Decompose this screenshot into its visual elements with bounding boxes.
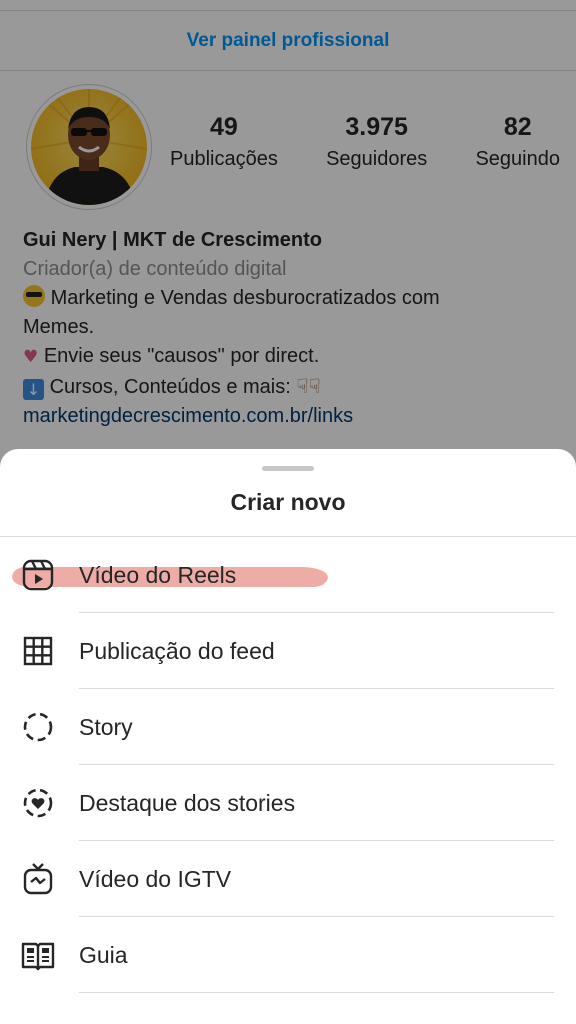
menu-item-label: Vídeo do IGTV <box>79 865 232 892</box>
menu-item-reels[interactable]: Vídeo do Reels <box>0 537 576 613</box>
menu-item-label: Story <box>79 713 133 740</box>
menu-item-igtv[interactable]: Vídeo do IGTV <box>0 841 576 917</box>
divider <box>79 992 554 993</box>
sheet-drag-handle[interactable] <box>262 466 314 471</box>
igtv-icon <box>23 863 53 895</box>
story-icon <box>23 712 53 742</box>
menu-item-label: Vídeo do Reels <box>79 561 237 588</box>
guide-icon <box>21 942 55 971</box>
menu-item-stories-highlight[interactable]: Destaque dos stories <box>0 765 576 841</box>
reels-icon <box>22 559 54 591</box>
menu-item-feed-post[interactable]: Publicação do feed <box>0 613 576 689</box>
menu-item-guide[interactable]: Guia <box>0 917 576 993</box>
create-new-sheet: Criar novo Vídeo do Reels Publicação do … <box>0 449 576 1024</box>
menu-item-story[interactable]: Story <box>0 689 576 765</box>
highlight-heart-icon <box>23 788 53 818</box>
create-menu: Vídeo do Reels Publicação do feed Story <box>0 537 576 993</box>
grid-icon <box>23 636 53 666</box>
menu-item-label: Destaque dos stories <box>79 789 296 816</box>
menu-item-label: Publicação do feed <box>79 637 275 664</box>
menu-item-label: Guia <box>79 941 128 968</box>
sheet-title: Criar novo <box>230 489 346 515</box>
